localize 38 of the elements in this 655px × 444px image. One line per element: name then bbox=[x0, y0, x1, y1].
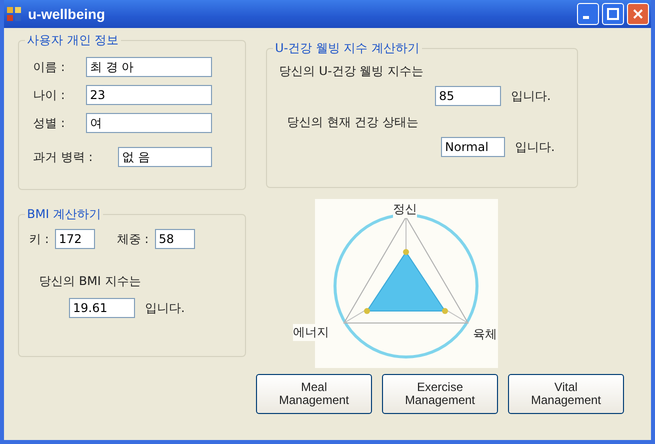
result-field[interactable]: 19.61 bbox=[69, 298, 135, 318]
prompt-text: 당신의 BMI 지수는 bbox=[39, 273, 142, 290]
close-icon bbox=[632, 8, 644, 20]
suffix-text: 입니다. bbox=[145, 300, 185, 316]
group-title: BMI 계산하기 bbox=[25, 206, 103, 223]
minimize-button[interactable] bbox=[577, 3, 599, 25]
input-field[interactable]: 여 bbox=[86, 113, 212, 133]
axis-label: 육체 bbox=[473, 326, 497, 343]
field-label: 이름 : bbox=[33, 58, 66, 76]
group-title: U-건강 웰빙 지수 계산하기 bbox=[273, 40, 422, 57]
suffix-text: 입니다. bbox=[515, 138, 555, 156]
minimize-icon bbox=[583, 16, 589, 19]
maximize-icon bbox=[607, 8, 619, 20]
field-label: 성별 : bbox=[33, 114, 66, 132]
prompt-text: 당신의 현재 건강 상태는 bbox=[287, 114, 420, 131]
input-field[interactable]: 23 bbox=[86, 85, 212, 105]
management-button[interactable]: Vital Management bbox=[508, 374, 624, 414]
field-label: 체중 : bbox=[116, 230, 149, 248]
result-field[interactable]: 85 bbox=[435, 86, 501, 106]
input-field[interactable]: 172 bbox=[54, 229, 95, 249]
field-label: 키 : bbox=[29, 230, 49, 248]
field-label: 나이 : bbox=[33, 86, 66, 104]
axis-label: 에너지 bbox=[293, 324, 329, 341]
window-title: u-wellbeing bbox=[28, 6, 105, 22]
app-icon bbox=[6, 6, 22, 22]
field-label: 과거 병력 : bbox=[33, 148, 94, 166]
maximize-button[interactable] bbox=[602, 3, 624, 25]
prompt-text: 당신의 U-건강 웰빙 지수는 bbox=[279, 63, 425, 80]
close-button[interactable] bbox=[627, 3, 649, 25]
suffix-text: 입니다. bbox=[511, 88, 551, 104]
result-field[interactable]: Normal bbox=[441, 137, 505, 157]
input-field[interactable]: 최 경 아 bbox=[86, 57, 212, 77]
management-button[interactable]: Meal Management bbox=[256, 374, 372, 414]
input-field[interactable]: 58 bbox=[154, 229, 195, 249]
input-field[interactable]: 없 음 bbox=[118, 147, 212, 167]
axis-label: 정신 bbox=[393, 201, 417, 218]
management-button[interactable]: Exercise Management bbox=[382, 374, 498, 414]
group-title: 사용자 개인 정보 bbox=[25, 32, 121, 49]
